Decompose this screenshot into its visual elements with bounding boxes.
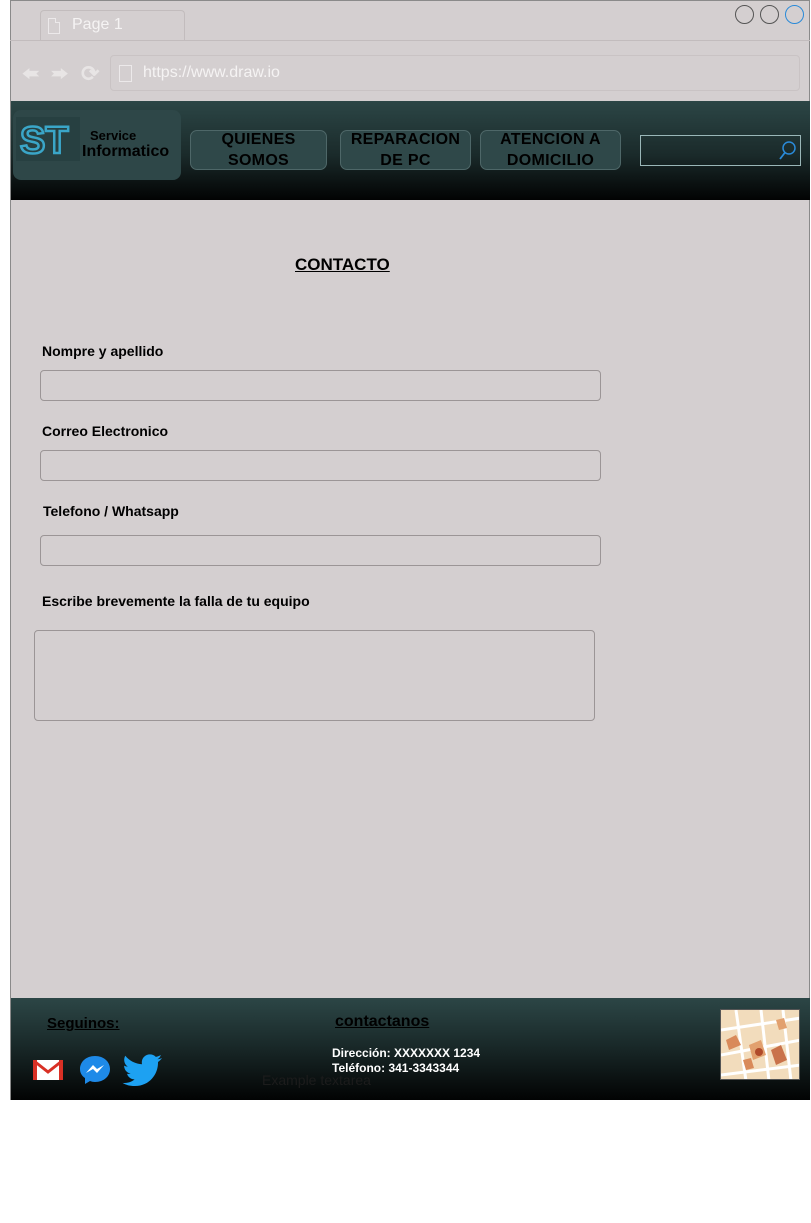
site-header: ST Service Informatico QUIENES SOMOS REPA…: [11, 101, 810, 200]
fault-description-textarea[interactable]: [34, 630, 595, 721]
map-thumbnail[interactable]: [720, 1009, 800, 1080]
phone-field[interactable]: [40, 535, 601, 566]
back-arrow-icon[interactable]: 🢘: [22, 63, 39, 85]
twitter-icon[interactable]: [122, 1054, 164, 1086]
nav-label-line2: DE PC: [380, 152, 431, 169]
messenger-icon[interactable]: [78, 1054, 112, 1086]
nav-button-reparacion-de-pc[interactable]: REPARACION DE PC: [340, 130, 471, 170]
reload-icon[interactable]: ⟳: [81, 63, 99, 85]
url-text: https://www.draw.io: [143, 64, 280, 81]
search-input[interactable]: [640, 135, 801, 166]
chrome-divider: [10, 40, 810, 41]
window-button-maximize[interactable]: [760, 5, 779, 24]
email-field[interactable]: [40, 450, 601, 481]
page-icon: [119, 65, 132, 82]
logo-mark-text: ST: [20, 120, 69, 161]
contact-title: contactanos: [335, 1013, 430, 1030]
search-icon[interactable]: [778, 140, 798, 162]
logo[interactable]: ST Service Informatico: [13, 110, 181, 180]
logo-bottom-text: Informatico: [82, 143, 170, 160]
page-icon: [48, 18, 60, 34]
st-logo-icon: ST: [16, 117, 80, 161]
example-textarea-placeholder: Example textarea: [262, 1072, 371, 1088]
nav-button-atencion-a-domicilio[interactable]: ATENCION A DOMICILIO: [480, 130, 621, 170]
nav-button-quienes-somos[interactable]: QUIENES SOMOS: [190, 130, 327, 170]
site-footer: Seguinos: contactanos Dirección: XXXXXXX…: [11, 998, 810, 1100]
name-label: Nompre y apellido: [42, 343, 164, 359]
gmail-icon[interactable]: [32, 1058, 64, 1082]
page-title: CONTACTO: [295, 255, 390, 274]
forward-arrow-icon[interactable]: 🢚: [51, 63, 68, 85]
address-text: Dirección: XXXXXXX 1234: [332, 1046, 481, 1060]
window-button-close[interactable]: [785, 5, 804, 24]
name-field[interactable]: [40, 370, 601, 401]
nav-label-line2: DOMICILIO: [506, 152, 595, 169]
email-label: Correo Electronico: [42, 423, 169, 439]
nav-label-line1: REPARACION: [350, 131, 461, 148]
follow-label: Seguinos:: [47, 1015, 120, 1032]
address-bar[interactable]: https://www.draw.io: [110, 55, 800, 91]
nav-label-line1: QUIENES: [221, 131, 296, 148]
window-button-minimize[interactable]: [735, 5, 754, 24]
fault-label: Escribe brevemente la falla de tu equipo: [42, 593, 310, 609]
logo-top-text: Service: [90, 128, 137, 143]
browser-tab[interactable]: Page 1: [40, 10, 185, 41]
phone-label: Telefono / Whatsapp: [43, 503, 179, 519]
nav-label-line1: ATENCION A: [500, 131, 601, 148]
nav-label-line2: SOMOS: [227, 152, 290, 169]
tab-label: Page 1: [72, 16, 123, 33]
